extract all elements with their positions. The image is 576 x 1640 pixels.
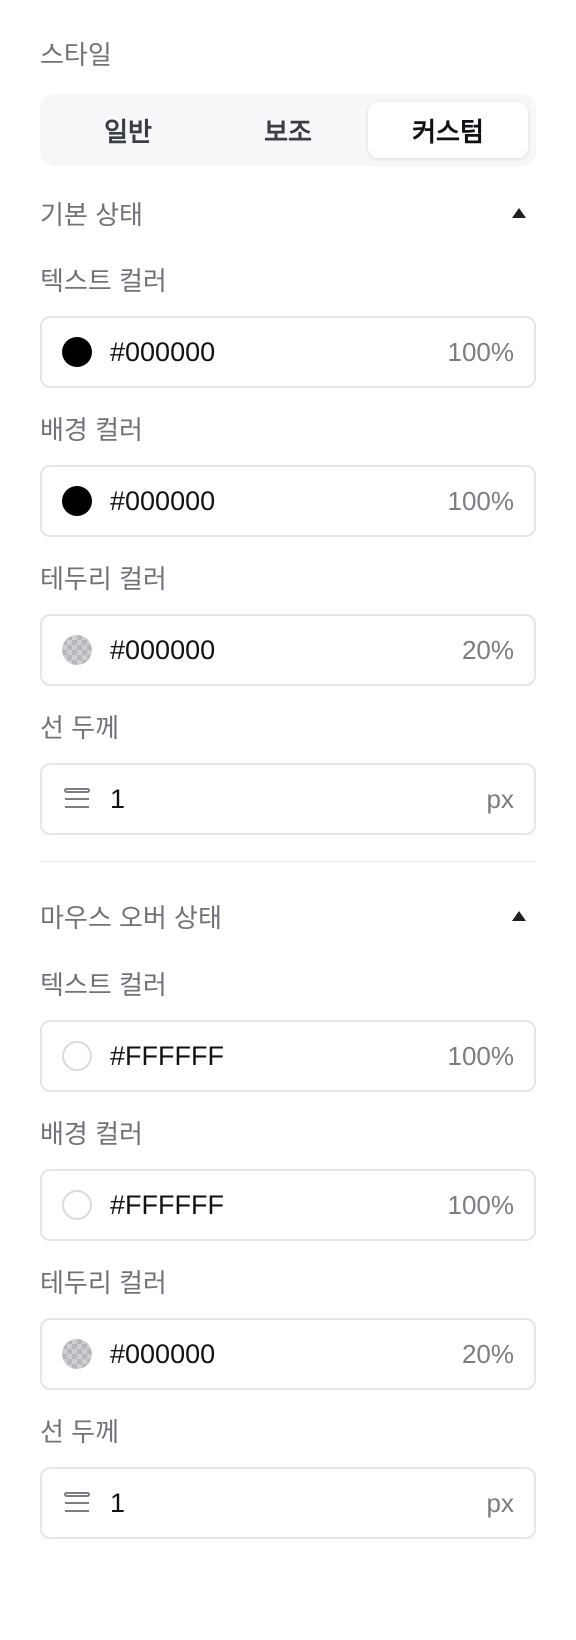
tab-custom[interactable]: 커스텀 <box>368 102 528 158</box>
bg-color-field[interactable]: #000000 100% <box>40 465 536 537</box>
hover-state-header[interactable]: 마우스 오버 상태 <box>40 899 536 933</box>
line-width-field[interactable]: 1 px <box>40 763 536 835</box>
opacity-value[interactable]: 100% <box>448 1190 515 1221</box>
bg-color-label: 배경 컬러 <box>40 415 143 445</box>
color-swatch[interactable] <box>62 1190 92 1220</box>
text-color-label: 텍스트 컬러 <box>40 266 167 296</box>
text-color-field[interactable]: #000000 100% <box>40 316 536 388</box>
line-width-value[interactable]: 1 <box>110 1488 487 1519</box>
bg-color-label: 배경 컬러 <box>40 1119 143 1149</box>
text-color-field[interactable]: #FFFFFF 100% <box>40 1020 536 1092</box>
opacity-value[interactable]: 20% <box>462 635 514 666</box>
color-swatch[interactable] <box>62 1041 92 1071</box>
tab-secondary[interactable]: 보조 <box>208 102 368 158</box>
border-color-label: 테두리 컬러 <box>40 564 167 594</box>
hex-value[interactable]: #FFFFFF <box>110 1041 448 1072</box>
bg-color-field[interactable]: #FFFFFF 100% <box>40 1169 536 1241</box>
style-segmented-control: 일반 보조 커스텀 <box>40 94 536 166</box>
opacity-value[interactable]: 100% <box>448 337 515 368</box>
caret-up-icon[interactable] <box>512 911 526 921</box>
unit-label: px <box>486 783 514 814</box>
opacity-value[interactable]: 20% <box>462 1339 514 1370</box>
border-color-field[interactable]: #000000 20% <box>40 1318 536 1390</box>
line-weight-icon <box>62 1491 92 1515</box>
border-color-field[interactable]: #000000 20% <box>40 614 536 686</box>
hex-value[interactable]: #000000 <box>110 1339 462 1370</box>
line-width-label: 선 두께 <box>40 1417 119 1447</box>
unit-label: px <box>486 1487 514 1518</box>
hex-value[interactable]: #000000 <box>110 635 462 666</box>
hex-value[interactable]: #FFFFFF <box>110 1190 448 1221</box>
opacity-value[interactable]: 100% <box>448 1041 515 1072</box>
line-width-value[interactable]: 1 <box>110 784 487 815</box>
opacity-value[interactable]: 100% <box>448 486 515 517</box>
text-color-label: 텍스트 컬러 <box>40 970 167 1000</box>
border-color-label: 테두리 컬러 <box>40 1268 167 1298</box>
color-swatch[interactable] <box>62 1339 92 1369</box>
hex-value[interactable]: #000000 <box>110 337 448 368</box>
color-swatch[interactable] <box>62 486 92 516</box>
line-width-field[interactable]: 1 px <box>40 1467 536 1539</box>
hover-state-title: 마우스 오버 상태 <box>40 902 222 933</box>
default-state-header[interactable]: 기본 상태 <box>40 196 536 230</box>
tab-general[interactable]: 일반 <box>48 102 208 158</box>
default-state-title: 기본 상태 <box>40 199 143 230</box>
color-swatch[interactable] <box>62 635 92 665</box>
caret-up-icon[interactable] <box>512 208 526 218</box>
hex-value[interactable]: #000000 <box>110 486 448 517</box>
color-swatch[interactable] <box>62 337 92 367</box>
style-label: 스타일 <box>40 40 112 70</box>
line-width-label: 선 두께 <box>40 713 119 743</box>
section-divider <box>40 861 536 862</box>
line-weight-icon <box>62 787 92 811</box>
